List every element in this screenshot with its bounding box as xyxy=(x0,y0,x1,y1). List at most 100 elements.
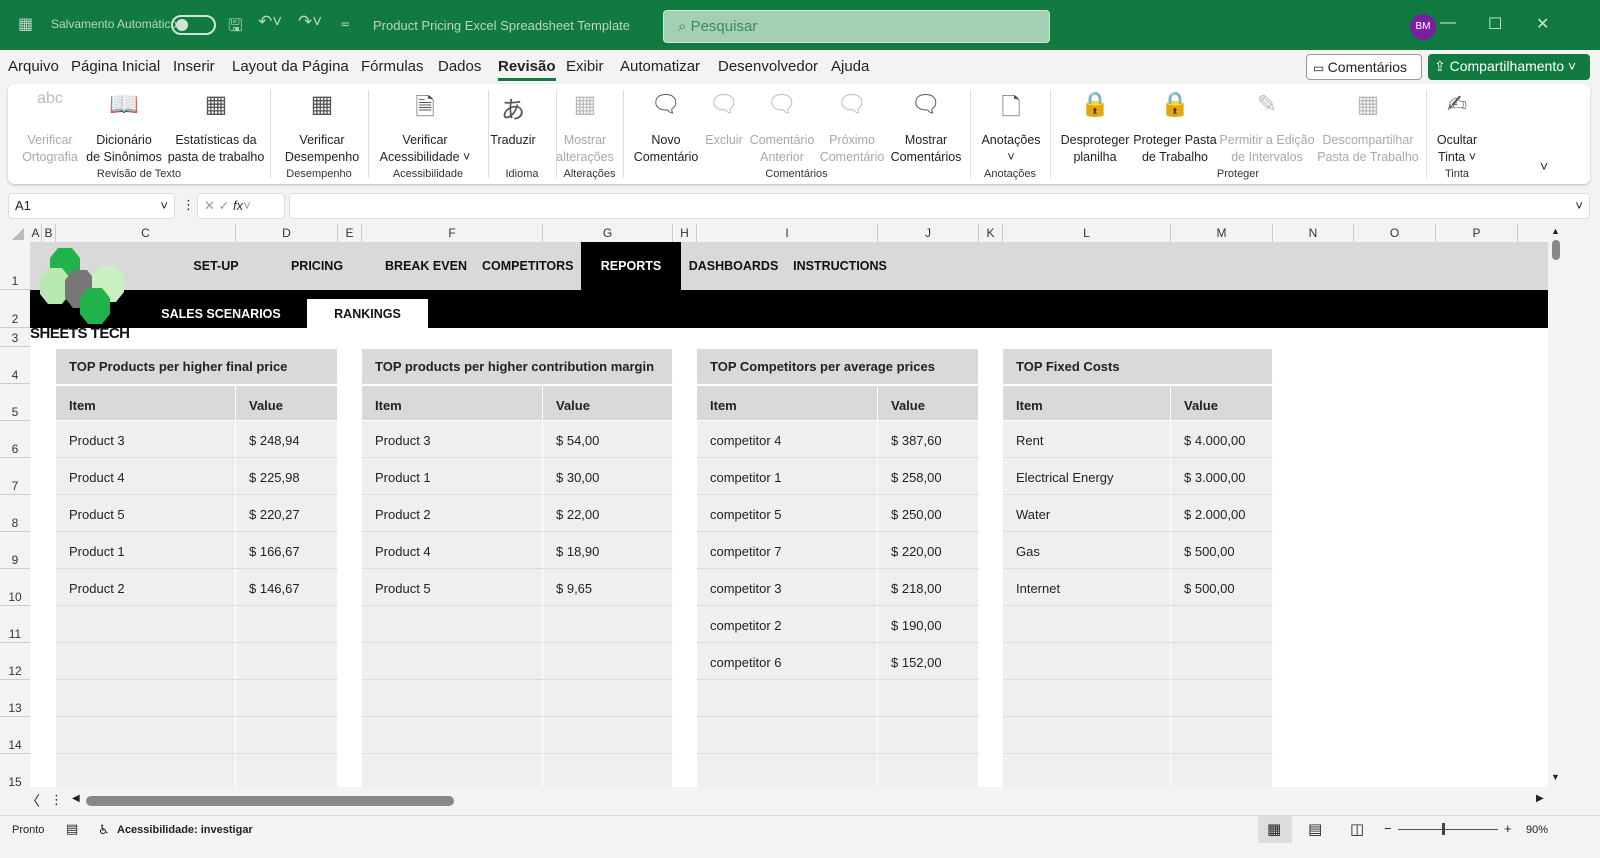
value-cell[interactable]: $ 18,90 xyxy=(543,532,673,569)
column-header-e[interactable]: E xyxy=(338,224,362,242)
search-input[interactable]: ⌕ Pesquisar xyxy=(663,10,1050,43)
item-cell[interactable]: competitor 7 xyxy=(697,532,878,569)
menu-exibir[interactable]: Exibir xyxy=(566,58,604,75)
page-layout-icon[interactable]: ▤ xyxy=(1308,820,1322,838)
item-cell[interactable]: competitor 2 xyxy=(697,606,878,643)
item-cell[interactable]: Product 2 xyxy=(56,569,236,606)
unprotect-sheet-icon[interactable]: 🔒 xyxy=(1078,90,1112,124)
scroll-right-icon[interactable]: ▶ xyxy=(1536,793,1544,804)
item-cell[interactable] xyxy=(56,606,236,643)
zoom-level[interactable]: 90% xyxy=(1526,824,1548,836)
value-cell[interactable] xyxy=(1171,754,1273,787)
avatar[interactable]: BM xyxy=(1410,14,1436,40)
column-header-b[interactable]: B xyxy=(42,224,56,242)
row-header-12[interactable]: 12 xyxy=(0,643,30,680)
formula-input[interactable]: ˅ xyxy=(289,193,1590,219)
value-cell[interactable] xyxy=(878,680,979,717)
value-cell[interactable]: $ 220,27 xyxy=(236,495,338,532)
column-header-l[interactable]: L xyxy=(1003,224,1171,242)
row-header-15[interactable]: 15 xyxy=(0,754,30,791)
page-break-icon[interactable]: ◫ xyxy=(1350,820,1364,838)
item-cell[interactable] xyxy=(56,717,236,754)
value-cell[interactable] xyxy=(236,606,338,643)
accessibility-icon[interactable]: ♿ xyxy=(98,822,110,838)
item-cell[interactable] xyxy=(56,754,236,787)
value-cell[interactable] xyxy=(236,754,338,787)
row-header-6[interactable]: 6 xyxy=(0,421,30,458)
item-cell[interactable] xyxy=(362,717,543,754)
select-all-button[interactable] xyxy=(12,228,24,240)
protect-workbook-icon[interactable]: 🔒 xyxy=(1158,90,1192,124)
item-cell[interactable]: Product 2 xyxy=(362,495,543,532)
value-cell[interactable]: $ 54,00 xyxy=(543,421,673,458)
save-icon[interactable]: 🖫 xyxy=(228,13,242,42)
value-cell[interactable]: $ 166,67 xyxy=(236,532,338,569)
value-cell[interactable] xyxy=(543,680,673,717)
value-cell[interactable] xyxy=(1171,717,1273,754)
delete-comment-icon[interactable]: 🗨 xyxy=(707,90,741,124)
value-cell[interactable]: $ 30,00 xyxy=(543,458,673,495)
macro-record-icon[interactable]: ▤ xyxy=(66,821,78,837)
hide-ink-button[interactable]: Ocultar Tinta ˅ xyxy=(1387,132,1527,166)
item-cell[interactable]: Product 3 xyxy=(362,421,543,458)
column-header-i[interactable]: I xyxy=(697,224,878,242)
expand-formula-icon[interactable]: ˅ xyxy=(1575,198,1583,213)
value-cell[interactable] xyxy=(236,680,338,717)
column-header-n[interactable]: N xyxy=(1273,224,1354,242)
item-cell[interactable]: Internet xyxy=(1003,569,1171,606)
row-header-9[interactable]: 9 xyxy=(0,532,30,569)
item-cell[interactable] xyxy=(1003,717,1171,754)
item-cell[interactable] xyxy=(697,717,878,754)
value-cell[interactable]: $ 190,00 xyxy=(878,606,979,643)
menu-f-rmulas[interactable]: Fórmulas xyxy=(361,58,424,75)
row-header-4[interactable]: 4 xyxy=(0,347,30,384)
value-cell[interactable]: $ 3.000,00 xyxy=(1171,458,1273,495)
value-cell[interactable]: $ 220,00 xyxy=(878,532,979,569)
item-cell[interactable]: Product 1 xyxy=(362,458,543,495)
nav-tab-break-even[interactable]: BREAK EVEN xyxy=(370,259,482,273)
value-cell[interactable] xyxy=(878,717,979,754)
nav-tab-competitors[interactable]: COMPETITORS xyxy=(482,259,573,273)
item-cell[interactable]: Product 3 xyxy=(56,421,236,458)
item-cell[interactable] xyxy=(362,643,543,680)
previous-comment-icon[interactable]: 🗨 xyxy=(765,90,799,124)
item-cell[interactable]: competitor 3 xyxy=(697,569,878,606)
value-cell[interactable] xyxy=(543,643,673,680)
insert-function-icon[interactable]: fx xyxy=(233,198,243,213)
scroll-up-icon[interactable]: ▲ xyxy=(1551,226,1560,236)
item-cell[interactable]: Gas xyxy=(1003,532,1171,569)
row-header-2[interactable]: 2 xyxy=(0,290,30,328)
customize-toolbar-icon[interactable]: ≂ xyxy=(340,17,350,31)
value-cell[interactable]: $ 387,60 xyxy=(878,421,979,458)
accessibility-icon[interactable]: 🗎 xyxy=(408,90,442,124)
close-icon[interactable]: ✕ xyxy=(1536,14,1549,34)
row-header-10[interactable]: 10 xyxy=(0,569,30,606)
zoom-slider-thumb[interactable] xyxy=(1442,823,1445,835)
new-comment-icon[interactable]: 🗨 xyxy=(649,90,683,124)
zoom-out-icon[interactable]: − xyxy=(1384,821,1392,836)
item-cell[interactable]: Product 5 xyxy=(362,569,543,606)
item-cell[interactable]: competitor 6 xyxy=(697,643,878,680)
vertical-scroll-thumb[interactable] xyxy=(1552,240,1560,260)
show-changes-icon[interactable]: ▦ xyxy=(568,90,602,124)
item-cell[interactable] xyxy=(1003,643,1171,680)
value-cell[interactable] xyxy=(236,717,338,754)
menu-revis-o[interactable]: Revisão xyxy=(498,58,556,81)
allow-edit-ranges-icon[interactable]: ✎ xyxy=(1250,90,1284,124)
prev-sheet-icon[interactable]: 〈 xyxy=(26,791,40,811)
subtab-sales-scenarios[interactable]: SALES SCENARIOS xyxy=(150,307,292,321)
row-header-1[interactable]: 1 xyxy=(0,242,30,290)
document-title[interactable]: Product Pricing Excel Spreadsheet Templa… xyxy=(373,18,630,33)
value-cell[interactable] xyxy=(1171,680,1273,717)
column-header-h[interactable]: H xyxy=(673,224,697,242)
enter-icon[interactable]: ✓ xyxy=(219,198,234,213)
menu-desenvolvedor[interactable]: Desenvolvedor xyxy=(718,58,818,75)
item-cell[interactable] xyxy=(56,680,236,717)
collapse-ribbon-icon[interactable]: ˅ xyxy=(1540,158,1548,174)
value-cell[interactable]: $ 152,00 xyxy=(878,643,979,680)
menu-automatizar[interactable]: Automatizar xyxy=(620,58,700,75)
value-cell[interactable]: $ 500,00 xyxy=(1171,569,1273,606)
column-header-d[interactable]: D xyxy=(236,224,338,242)
item-cell[interactable] xyxy=(362,606,543,643)
value-cell[interactable]: $ 9,65 xyxy=(543,569,673,606)
